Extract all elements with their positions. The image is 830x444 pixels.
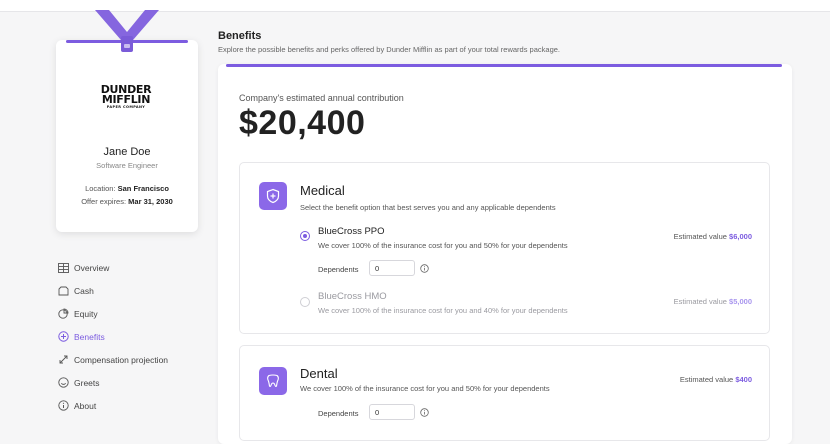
- estimated-value-amount: $5,000: [729, 297, 752, 306]
- location-label: Location:: [85, 184, 116, 193]
- page-title: Benefits: [218, 30, 262, 42]
- sidebar-item-label: About: [74, 400, 97, 411]
- page-subtitle: Explore the possible benefits and perks …: [218, 45, 560, 54]
- company-logo: DUNDER MIFFLIN PAPER COMPANY: [100, 84, 152, 110]
- lanyard-icon: [95, 10, 159, 52]
- sidebar-item-label: Equity: [74, 308, 98, 319]
- tooth-icon: [259, 367, 287, 395]
- medical-description: Select the benefit option that best serv…: [300, 203, 556, 212]
- offer-expires-label: Offer expires:: [81, 197, 127, 206]
- info-icon[interactable]: [420, 408, 429, 417]
- estimated-value-amount: $400: [735, 375, 752, 384]
- sidebar-nav: Overview Cash Equity Benefits Compensati…: [57, 256, 168, 417]
- expand-arrows-icon: [57, 354, 69, 366]
- estimated-value-dental: Estimated value $400: [592, 375, 752, 384]
- sidebar-item-benefits[interactable]: Benefits: [57, 325, 168, 348]
- info-icon[interactable]: [420, 264, 429, 273]
- pie-chart-icon: [57, 308, 69, 320]
- sidebar-item-overview[interactable]: Overview: [57, 256, 168, 279]
- option-name-bluecross-ppo: BlueCross PPO: [318, 226, 385, 237]
- estimated-value-ppo: Estimated value $6,000: [592, 232, 752, 241]
- dental-description: We cover 100% of the insurance cost for …: [300, 384, 550, 393]
- info-icon: [57, 400, 69, 412]
- estimated-value-label: Estimated value: [679, 375, 734, 384]
- shield-plus-icon: [259, 182, 287, 210]
- option-desc-bluecross-hmo: We cover 100% of the insurance cost for …: [318, 306, 568, 315]
- option-desc-bluecross-ppo: We cover 100% of the insurance cost for …: [318, 241, 568, 250]
- contribution-label: Company's estimated annual contribution: [239, 93, 404, 103]
- option-name-bluecross-hmo: BlueCross HMO: [318, 291, 387, 302]
- dental-title: Dental: [300, 366, 338, 381]
- location-line: Location: San Francisco: [56, 184, 198, 193]
- estimated-value-label: Estimated value: [673, 232, 727, 241]
- table-icon: [57, 262, 69, 274]
- sidebar-item-cash[interactable]: Cash: [57, 279, 168, 302]
- sidebar-item-greets[interactable]: Greets: [57, 371, 168, 394]
- dependents-label: Dependents: [318, 409, 359, 418]
- sidebar-item-equity[interactable]: Equity: [57, 302, 168, 325]
- estimated-value-hmo: Estimated value $5,000: [592, 297, 752, 306]
- medical-title: Medical: [300, 183, 345, 198]
- location-value: San Francisco: [117, 184, 169, 193]
- option-radio-bluecross-ppo[interactable]: [300, 231, 310, 241]
- estimated-value-label: Estimated value: [673, 297, 727, 306]
- sidebar-item-about[interactable]: About: [57, 394, 168, 417]
- offer-expires-line: Offer expires: Mar 31, 2030: [56, 197, 198, 206]
- sidebar-item-label: Compensation projection: [74, 354, 169, 365]
- dental-dependents-input[interactable]: [369, 404, 415, 420]
- sidebar-item-label: Benefits: [74, 331, 105, 342]
- smile-icon: [57, 377, 69, 389]
- employee-name: Jane Doe: [103, 146, 151, 158]
- dental-section: [239, 345, 770, 441]
- plus-circle-icon: [57, 331, 69, 343]
- sidebar-item-label: Overview: [74, 262, 110, 273]
- sidebar-item-label: Cash: [74, 285, 94, 296]
- dependents-label: Dependents: [318, 265, 359, 274]
- employee-title: Software Engineer: [96, 161, 158, 170]
- option-radio-bluecross-hmo[interactable]: [300, 297, 310, 307]
- medical-dependents-input[interactable]: [369, 260, 415, 276]
- offer-expires-value: Mar 31, 2030: [128, 197, 173, 206]
- contribution-value: $20,400: [239, 104, 366, 142]
- estimated-value-amount: $6,000: [729, 232, 752, 241]
- sidebar-item-compensation-projection[interactable]: Compensation projection: [57, 348, 168, 371]
- card-accent-bar: [226, 64, 782, 67]
- sidebar-item-label: Greets: [74, 377, 100, 388]
- logo-subtitle: PAPER COMPANY: [106, 105, 146, 109]
- wallet-icon: [57, 285, 69, 297]
